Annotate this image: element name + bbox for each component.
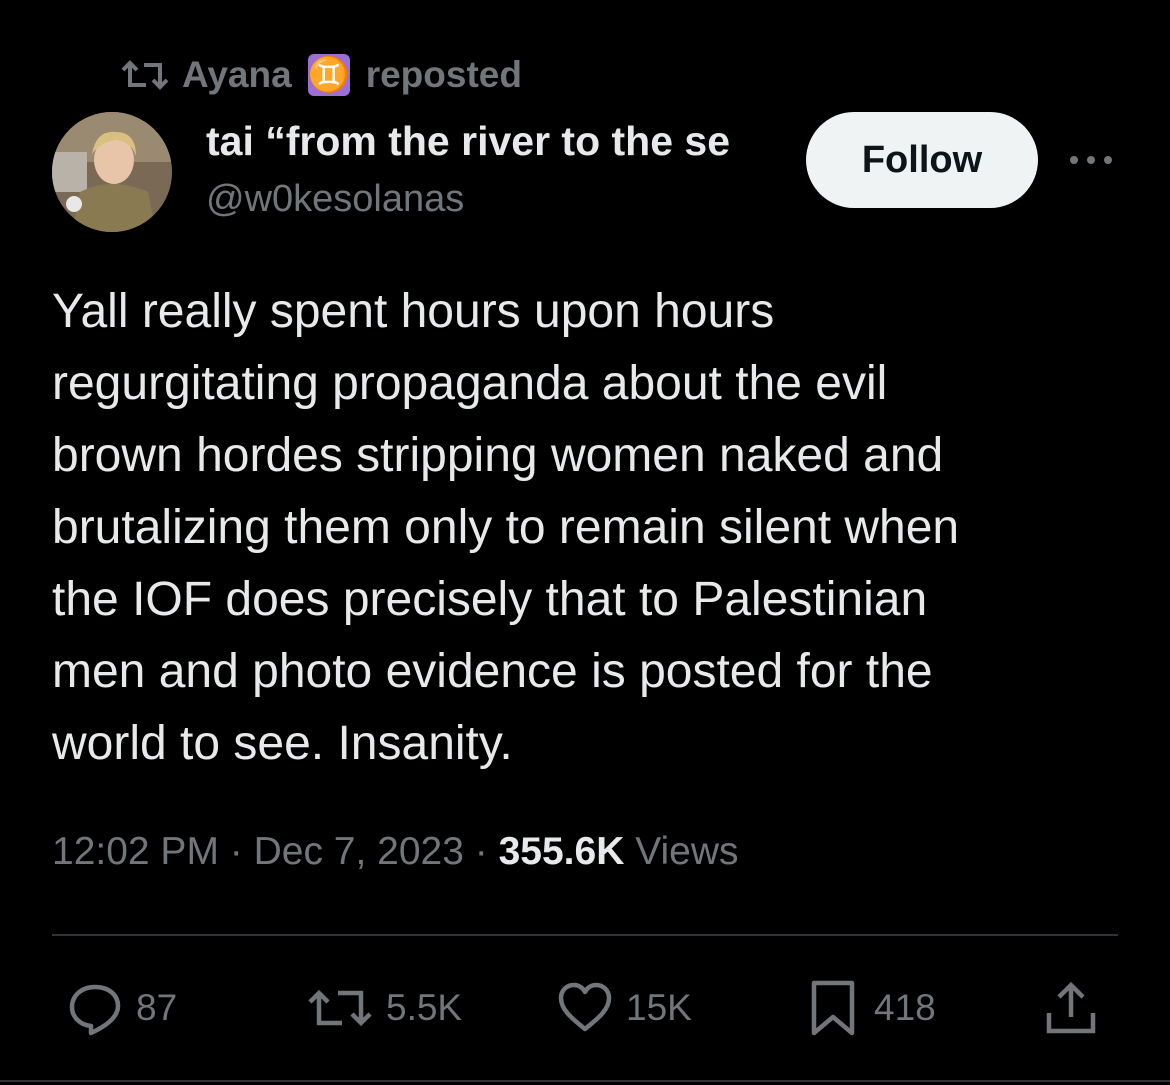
- reply-icon: [69, 984, 121, 1036]
- repost-count: 5.5K: [386, 987, 463, 1028]
- bottom-divider: [0, 1080, 1170, 1082]
- heart-icon: [558, 982, 612, 1032]
- tweet-line: men and photo evidence is posted for the: [52, 645, 933, 698]
- repost-icon: [121, 60, 169, 90]
- tweet-line: Yall really spent hours upon hours: [52, 285, 775, 338]
- follow-button[interactable]: Follow: [806, 112, 1038, 208]
- share-button[interactable]: [1042, 976, 1100, 1040]
- tweet-line: brutalizing them only to remain silent w…: [52, 501, 960, 554]
- separator: ·: [218, 830, 254, 873]
- tweet-text: Yall really spent hours upon hours regur…: [52, 276, 1132, 780]
- avatar-photo: [52, 112, 172, 232]
- reply-button[interactable]: 87: [66, 976, 177, 1040]
- repost-button[interactable]: 5.5K: [306, 976, 462, 1040]
- like-button[interactable]: 15K: [556, 976, 692, 1040]
- views-label: Views: [624, 830, 739, 873]
- reply-count: 87: [136, 987, 178, 1028]
- share-icon: [1046, 981, 1096, 1034]
- separator: ·: [463, 830, 499, 873]
- bookmark-icon: [811, 980, 855, 1036]
- tweet-time[interactable]: 12:02 PM: [52, 830, 219, 873]
- repost-header: Ayana ♊ reposted: [120, 52, 522, 98]
- divider: [52, 934, 1118, 936]
- bookmark-button[interactable]: 418: [804, 976, 936, 1040]
- action-bar: 87 5.5K 15K 418: [52, 976, 1112, 1040]
- like-count: 15K: [626, 987, 692, 1028]
- tweet-date[interactable]: Dec 7, 2023: [254, 830, 464, 873]
- tweet-line: the IOF does precisely that to Palestini…: [52, 573, 928, 626]
- repost-user[interactable]: Ayana: [182, 54, 292, 96]
- gemini-emoji: ♊: [307, 54, 350, 96]
- more-options-button[interactable]: [1066, 140, 1116, 180]
- tweet-line: world to see. Insanity.: [52, 717, 513, 770]
- author-name[interactable]: tai “from the river to the se: [206, 118, 784, 165]
- tweet-meta: 12:02 PM · Dec 7, 2023 · 355.6K Views: [52, 830, 739, 874]
- repost-label: reposted: [365, 54, 522, 95]
- author-handle[interactable]: @w0kesolanas: [206, 178, 464, 221]
- more-options-icon: [1070, 156, 1112, 164]
- avatar[interactable]: [52, 112, 172, 232]
- tweet-line: brown hordes stripping women naked and: [52, 429, 944, 482]
- tweet-line: regurgitating propaganda about the evil: [52, 357, 888, 410]
- views-count: 355.6K: [498, 830, 625, 873]
- repost-icon: [308, 989, 372, 1027]
- bookmark-count: 418: [874, 987, 936, 1028]
